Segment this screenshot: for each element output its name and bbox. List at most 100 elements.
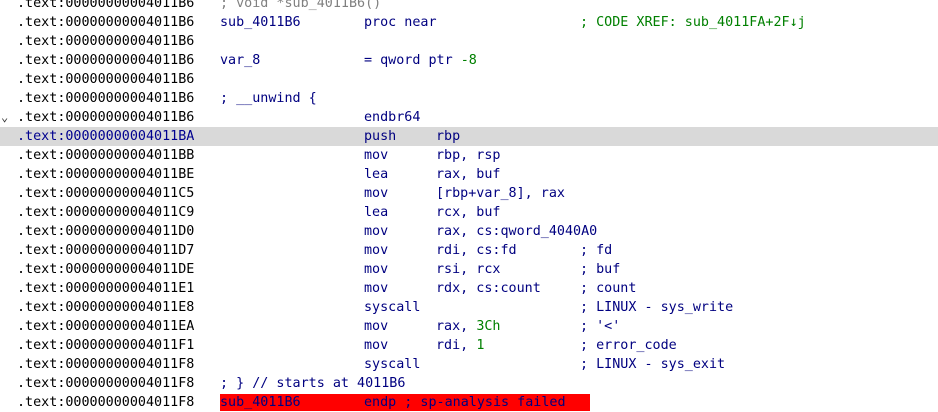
mnemonic[interactable]: mov <box>364 146 388 165</box>
mnemonic[interactable]: push <box>364 127 396 146</box>
listing-row[interactable]: ⌄ .text:00000000004011B6 endbr64 <box>0 108 938 127</box>
mnemonic[interactable]: endbr64 <box>364 108 420 127</box>
operands[interactable]: rax, buf <box>436 165 501 184</box>
address[interactable]: .text:00000000004011B6 <box>17 0 194 13</box>
listing-row[interactable]: .text:00000000004011EA mov rax, 3Ch ; '<' <box>0 317 938 336</box>
address[interactable]: .text:00000000004011BA <box>17 127 194 146</box>
symbol-label[interactable]: sub_4011B6 <box>220 394 301 411</box>
operands[interactable]: [rbp+var_8], rax <box>436 184 565 203</box>
address[interactable]: .text:00000000004011D7 <box>17 241 194 260</box>
mnemonic[interactable]: lea <box>364 203 388 222</box>
address[interactable]: .text:00000000004011B6 <box>17 70 194 89</box>
address-offset: 00000000004011B6 <box>65 72 195 87</box>
immediate-value: 1 <box>476 338 485 353</box>
operands[interactable]: rbp <box>436 127 460 146</box>
address[interactable]: .text:00000000004011B6 <box>17 32 194 51</box>
segment-name: .text <box>17 395 58 410</box>
listing-row[interactable]: .text:00000000004011C5 mov [rbp+var_8], ra… <box>0 184 938 203</box>
address[interactable]: .text:00000000004011C5 <box>17 184 194 203</box>
inline-comment: ; LINUX - sys_write <box>580 300 734 315</box>
listing-row[interactable]: .text:00000000004011B6 ; __unwind { <box>0 89 938 108</box>
mnemonic[interactable]: proc near <box>364 13 437 32</box>
listing-row[interactable]: .text:00000000004011F8 sub_4011B6 endp ; s… <box>0 393 938 412</box>
address-offset: 00000000004011B6 <box>65 0 195 11</box>
mnemonic[interactable]: mov <box>364 222 388 241</box>
mnemonic[interactable]: mov <box>364 317 388 336</box>
operands[interactable]: rax, cs:qword_4040A0 <box>436 222 597 241</box>
listing-row[interactable]: .text:00000000004011F8 ; } // starts at 4… <box>0 374 938 393</box>
listing-row[interactable]: .text:00000000004011DE mov rsi, rcx ; buf <box>0 260 938 279</box>
address-offset: 00000000004011B6 <box>65 34 195 49</box>
address[interactable]: .text:00000000004011B6 <box>17 89 194 108</box>
address[interactable]: .text:00000000004011DE <box>17 260 194 279</box>
mnemonic[interactable]: lea <box>364 165 388 184</box>
disassembly-listing[interactable]: .text:00000000004011B6 ; void *sub_4011B6… <box>0 0 938 412</box>
inline-comment: ; count <box>580 281 637 296</box>
listing-row[interactable]: .text:00000000004011B6 <box>0 70 938 89</box>
mnemonic[interactable]: mov <box>364 336 388 355</box>
stack-var-definition: = qword ptr -8 <box>364 53 477 68</box>
segment-name: .text <box>17 110 58 125</box>
operands[interactable]: rax, 3Ch <box>436 317 501 336</box>
listing-row[interactable]: .text:00000000004011F8 syscall ; LINUX - s… <box>0 355 938 374</box>
segment-name: .text <box>17 91 58 106</box>
mnemonic[interactable]: mov <box>364 260 388 279</box>
address-offset: 00000000004011D7 <box>65 243 195 258</box>
symbol-label[interactable]: sub_4011B6 <box>220 13 301 32</box>
mnemonic[interactable]: syscall <box>364 298 420 317</box>
address[interactable]: .text:00000000004011D0 <box>17 222 194 241</box>
address[interactable]: .text:00000000004011BB <box>17 146 194 165</box>
listing-row[interactable]: .text:00000000004011F1 mov rdi, 1 ; error_c… <box>0 336 938 355</box>
operands[interactable]: rsi, rcx <box>436 260 501 279</box>
address[interactable]: .text:00000000004011B6 <box>17 51 194 70</box>
address-offset: 00000000004011BB <box>65 148 195 163</box>
mnemonic[interactable]: mov <box>364 184 388 203</box>
segment-name: .text <box>17 357 58 372</box>
address-offset: 00000000004011BA <box>65 129 195 144</box>
address-offset: 00000000004011B6 <box>65 53 195 68</box>
listing-row[interactable]: .text:00000000004011D0 mov rax, cs:qword_4… <box>0 222 938 241</box>
listing-row[interactable]: .text:00000000004011C9 lea rcx, buf <box>0 203 938 222</box>
inline-comment: ; '<' <box>580 319 621 334</box>
listing-row[interactable]: .text:00000000004011B6 <box>0 32 938 51</box>
mnemonic[interactable]: mov <box>364 279 388 298</box>
mnemonic[interactable]: mov <box>364 241 388 260</box>
address[interactable]: .text:00000000004011BE <box>17 165 194 184</box>
listing-row[interactable]: .text:00000000004011B6 sub_4011B6 proc nea… <box>0 13 938 32</box>
listing-row[interactable]: .text:00000000004011BA push rbp <box>0 127 938 146</box>
segment-name: .text <box>17 0 58 11</box>
address[interactable]: .text:00000000004011E1 <box>17 279 194 298</box>
segment-name: .text <box>17 205 58 220</box>
listing-row[interactable]: .text:00000000004011E1 mov rdx, cs:count ; … <box>0 279 938 298</box>
address[interactable]: .text:00000000004011E8 <box>17 298 194 317</box>
segment-name: .text <box>17 15 58 30</box>
address[interactable]: .text:00000000004011F8 <box>17 355 194 374</box>
address[interactable]: .text:00000000004011B6 <box>17 108 194 127</box>
listing-row[interactable]: .text:00000000004011B6 ; void *sub_4011B6… <box>0 0 938 13</box>
error-highlight[interactable]: sub_4011B6 endp ; sp-analysis failed <box>220 394 590 411</box>
mnemonic[interactable]: syscall <box>364 355 420 374</box>
segment-name: .text <box>17 300 58 315</box>
address-offset: 00000000004011C5 <box>65 186 195 201</box>
listing-row[interactable]: .text:00000000004011BB mov rbp, rsp <box>0 146 938 165</box>
address[interactable]: .text:00000000004011B6 <box>17 13 194 32</box>
address[interactable]: .text:00000000004011EA <box>17 317 194 336</box>
code-xref[interactable]: ; CODE XREF: sub_4011FA+2F↓j <box>580 13 806 32</box>
chevron-down-icon[interactable]: ⌄ <box>1 108 11 127</box>
address[interactable]: .text:00000000004011C9 <box>17 203 194 222</box>
operands[interactable]: rbp, rsp <box>436 146 501 165</box>
symbol-label[interactable]: var_8 <box>220 51 260 70</box>
address[interactable]: .text:00000000004011F8 <box>17 374 194 393</box>
listing-row[interactable]: .text:00000000004011BE lea rax, buf <box>0 165 938 184</box>
address[interactable]: .text:00000000004011F1 <box>17 336 194 355</box>
operands[interactable]: rdi, cs:fd <box>436 241 517 260</box>
listing-row[interactable]: .text:00000000004011E8 syscall ; LINUX - s… <box>0 298 938 317</box>
operands[interactable]: rdx, cs:count <box>436 279 541 298</box>
comment-line: ; } // starts at 4011B6 <box>220 376 406 391</box>
operands[interactable]: rcx, buf <box>436 203 501 222</box>
listing-row[interactable]: .text:00000000004011D7 mov rdi, cs:fd ; fd <box>0 241 938 260</box>
listing-row[interactable]: .text:00000000004011B6 var_8 = qword ptr -… <box>0 51 938 70</box>
inline-comment: ; error_code <box>580 338 677 353</box>
address[interactable]: .text:00000000004011F8 <box>17 393 194 412</box>
operands[interactable]: rdi, 1 <box>436 336 484 355</box>
